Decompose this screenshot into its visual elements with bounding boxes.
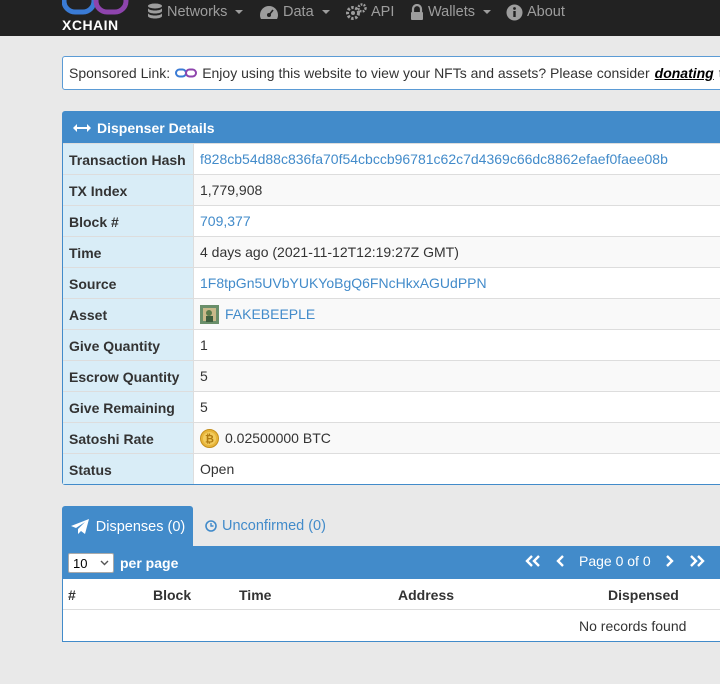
- source-address-link[interactable]: 1F8tpGn5UVbYUKYoBgQ6FNcHkxAGUdPPN: [200, 275, 487, 291]
- detail-key: Asset: [63, 299, 194, 329]
- first-page-icon[interactable]: [523, 554, 543, 568]
- database-icon: [148, 3, 162, 19]
- column-header-time[interactable]: Time: [239, 587, 271, 603]
- tab-unconfirmed[interactable]: Unconfirmed (0): [193, 506, 338, 546]
- no-records-text: No records found: [579, 618, 687, 634]
- donating-link[interactable]: donating: [655, 65, 714, 81]
- detail-key: Source: [63, 268, 194, 298]
- detail-key: Satoshi Rate: [63, 423, 194, 453]
- column-header-index[interactable]: #: [68, 587, 76, 603]
- nav-networks[interactable]: Networks: [147, 2, 244, 22]
- chevron-down-icon: [321, 10, 330, 14]
- transaction-hash-link[interactable]: f828cb54d88c836fa70f54cbccb96781c62c7d43…: [200, 151, 668, 167]
- nav-api-label: API: [371, 4, 395, 20]
- clock-icon: [205, 520, 217, 532]
- detail-key: Time: [63, 237, 194, 267]
- status-value: Open: [200, 461, 235, 477]
- chevron-down-icon: [235, 10, 244, 14]
- dashboard-icon: [260, 6, 278, 19]
- tab-dispenses[interactable]: Dispenses (0): [62, 506, 193, 547]
- sponsor-prefix: Sponsored Link:: [69, 65, 171, 81]
- nav-api[interactable]: API: [345, 2, 394, 22]
- bitcoin-icon: ₿: [200, 428, 219, 448]
- gears-icon: [346, 3, 367, 20]
- detail-row-status: Status Open: [63, 453, 720, 484]
- table-empty-row: No records found: [63, 610, 720, 641]
- tab-unconfirmed-label: Unconfirmed (0): [222, 518, 326, 534]
- next-page-icon[interactable]: [663, 554, 675, 568]
- detail-row-asset: Asset FAKEBEEPLE: [63, 298, 720, 329]
- detail-row-tx-index: TX Index 1,779,908: [63, 174, 720, 205]
- nav-about[interactable]: About: [506, 2, 565, 22]
- table-header: # Block Time Address Dispensed: [63, 579, 720, 610]
- tab-dispenses-label: Dispenses (0): [95, 518, 186, 535]
- dispenser-details-panel: Dispenser Details Transaction Hash f828c…: [62, 111, 720, 485]
- page-indicator: Page 0 of 0: [579, 553, 651, 569]
- info-icon: [506, 4, 523, 20]
- chevron-down-icon: [100, 560, 109, 566]
- detail-row-satoshi-rate: Satoshi Rate ₿ 0.02500000 BTC: [63, 422, 720, 453]
- detail-row-tx-hash: Transaction Hash f828cb54d88c836fa70f54c…: [63, 143, 720, 174]
- dispenses-table-panel: 10 per page Page 0 of 0 # Block Time Add…: [62, 546, 720, 642]
- chain-link-icon: [175, 68, 198, 78]
- logo-text[interactable]: XCHAIN: [62, 17, 119, 33]
- per-page-value: 10: [73, 555, 88, 571]
- last-page-icon[interactable]: [687, 554, 707, 568]
- asset-thumbnail-icon: [200, 304, 219, 324]
- detail-row-block: Block # 709,377: [63, 205, 720, 236]
- column-header-dispensed[interactable]: Dispensed: [608, 587, 679, 603]
- nav-data-label: Data: [283, 4, 314, 20]
- detail-row-source: Source 1F8tpGn5UVbYUKYoBgQ6FNcHkxAGUdPPN: [63, 267, 720, 298]
- nav-wallets-label: Wallets: [428, 4, 475, 20]
- nav-wallets[interactable]: Wallets: [410, 2, 491, 22]
- detail-row-time: Time 4 days ago (2021-11-12T12:19:27Z GM…: [63, 236, 720, 267]
- per-page-select[interactable]: 10: [68, 553, 114, 573]
- previous-page-icon[interactable]: [555, 554, 567, 568]
- pagination: Page 0 of 0: [523, 553, 707, 569]
- tabs-bar: Dispenses (0) Unconfirmed (0): [62, 506, 338, 547]
- detail-row-give-remaining: Give Remaining 5: [63, 391, 720, 422]
- nav-data[interactable]: Data: [259, 2, 330, 22]
- detail-key: Give Remaining: [63, 392, 194, 422]
- sponsor-text: Enjoy using this website to view your NF…: [202, 65, 650, 81]
- detail-row-escrow-quantity: Escrow Quantity 5: [63, 360, 720, 391]
- detail-key: TX Index: [63, 175, 194, 205]
- top-navbar: XCHAIN Networks Data API Wallets About: [0, 0, 720, 36]
- detail-value: 1,779,908: [200, 182, 263, 198]
- detail-value: 4 days ago (2021-11-12T12:19:27Z GMT): [200, 244, 459, 260]
- panel-header: Dispenser Details: [63, 112, 720, 143]
- nav-networks-label: Networks: [167, 4, 228, 20]
- asset-link[interactable]: FAKEBEEPLE: [225, 306, 315, 322]
- sponsored-link-banner: Sponsored Link: Enjoy using this website…: [62, 56, 720, 90]
- per-page-label: per page: [120, 555, 179, 571]
- paper-plane-icon: [70, 518, 89, 534]
- detail-value: 5: [200, 399, 208, 415]
- detail-key: Escrow Quantity: [63, 361, 194, 391]
- lock-icon: [411, 3, 423, 20]
- column-header-block[interactable]: Block: [153, 587, 191, 603]
- detail-key: Give Quantity: [63, 330, 194, 360]
- nav-about-label: About: [527, 4, 565, 20]
- detail-value: 1: [200, 337, 208, 353]
- detail-value: 5: [200, 368, 208, 384]
- svg-text:₿: ₿: [205, 432, 214, 445]
- detail-row-give-quantity: Give Quantity 1: [63, 329, 720, 360]
- detail-value: 0.02500000 BTC: [225, 430, 331, 446]
- column-header-address[interactable]: Address: [398, 587, 454, 603]
- table-toolbar: 10 per page Page 0 of 0: [63, 547, 720, 579]
- chevron-down-icon: [483, 10, 491, 14]
- detail-key: Transaction Hash: [63, 144, 194, 174]
- arrows-horizontal-icon: [73, 123, 91, 132]
- detail-key: Block #: [63, 206, 194, 236]
- detail-key: Status: [63, 454, 194, 484]
- panel-title: Dispenser Details: [97, 119, 215, 136]
- block-link[interactable]: 709,377: [200, 213, 251, 229]
